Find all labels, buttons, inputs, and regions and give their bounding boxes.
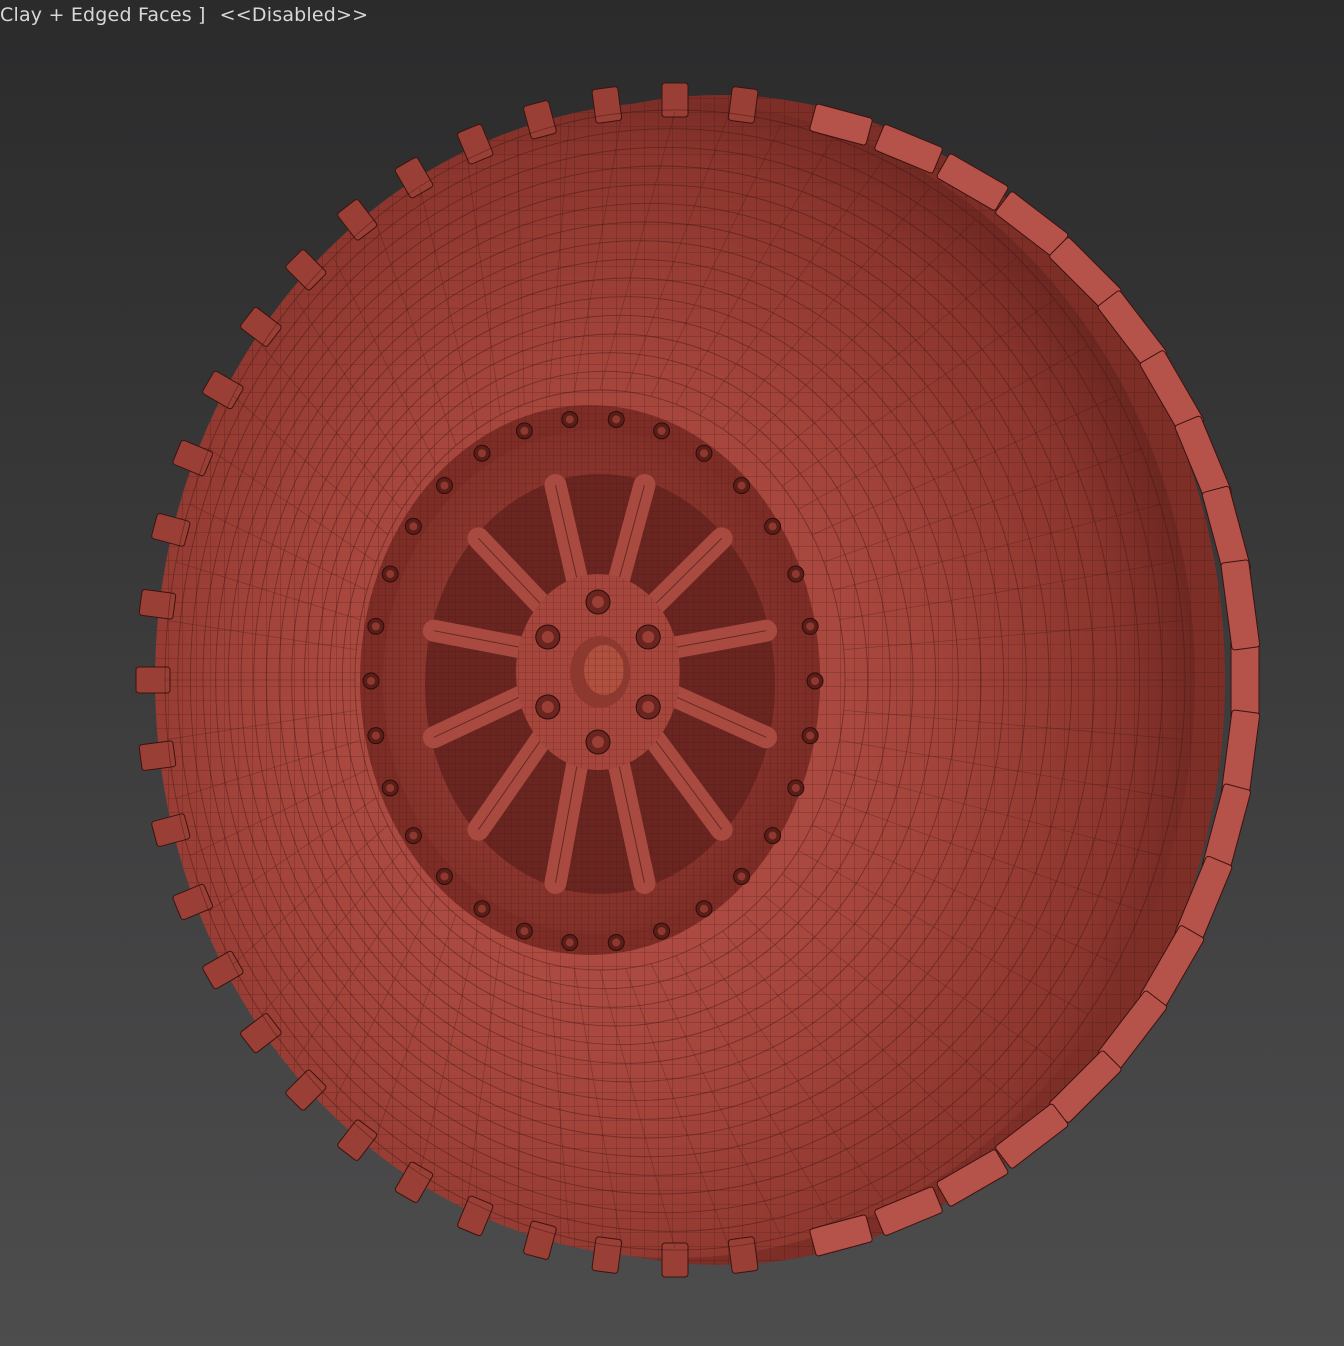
3d-viewport[interactable]: Clay + Edged Faces ] <<Disabled>>: [0, 0, 1344, 1346]
wheel-mesh-model[interactable]: [0, 0, 1344, 1346]
wheel-hub: [516, 574, 680, 770]
